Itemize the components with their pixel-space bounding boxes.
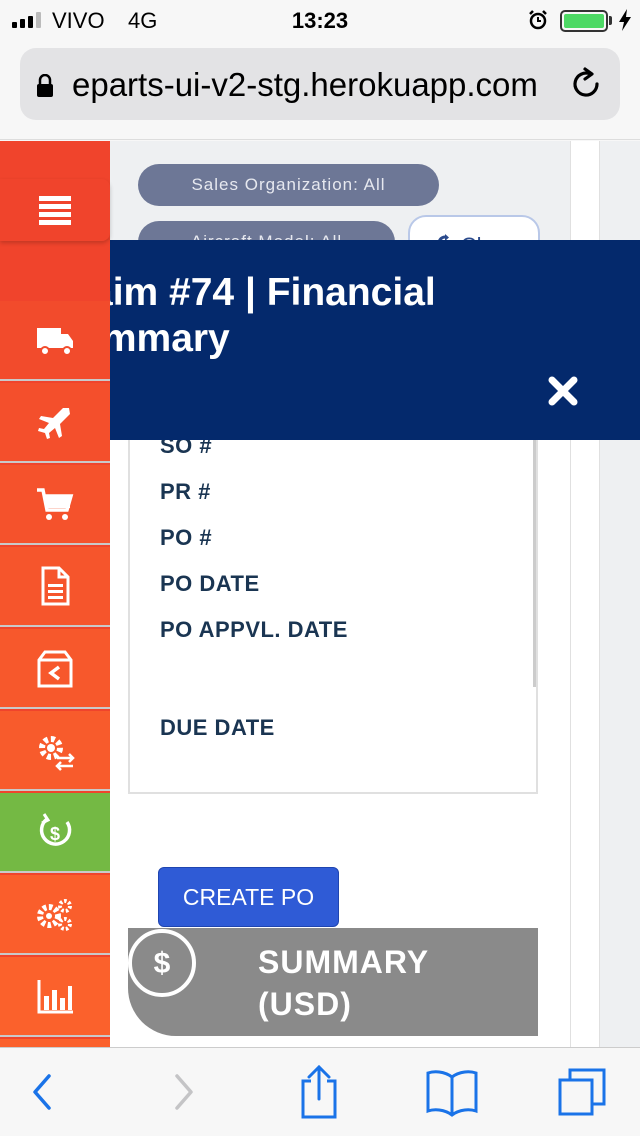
sidebar-item-financial[interactable]: $ [0,793,110,873]
tabs-icon [558,1068,606,1116]
sidebar: $ [0,141,110,1047]
forward-button[interactable] [156,1062,212,1122]
lock-icon [37,74,53,97]
sidebar-item-shipping[interactable] [0,301,110,381]
po-date-label: PO DATE [160,571,260,596]
gear-exchange-icon [39,736,75,771]
forward-icon [175,1074,193,1110]
svg-text:$: $ [50,824,60,844]
tabs-button[interactable] [554,1062,610,1122]
bookmarks-button[interactable] [424,1062,480,1122]
modal-header: Claim #74 | Financial Summary [110,240,640,440]
sidebar-menu-toggle[interactable] [0,179,110,241]
share-button[interactable] [291,1062,347,1122]
cart-icon [37,488,74,520]
back-button[interactable] [14,1062,70,1122]
url-text: eparts-ui-v2-stg.herokuapp.com [72,66,538,103]
hamburger-icon [39,196,71,225]
close-icon[interactable] [546,374,580,408]
status-bar: VIVO 4G 13:23 [0,0,640,40]
dollar-icon: $ [128,929,196,997]
due-date-label: DUE DATE [160,715,275,740]
sidebar-item-settings[interactable] [0,875,110,955]
reload-icon[interactable] [568,66,604,102]
pr-number-label: PR # [160,479,211,504]
charging-icon [619,9,631,31]
document-icon [41,566,70,606]
create-po-button[interactable]: CREATE PO [158,867,339,927]
sidebar-item-documents[interactable] [0,547,110,627]
po-approval-date-label: PO APPVL. DATE [160,617,348,642]
bar-chart-icon [37,980,73,1014]
alarm-icon [529,10,547,30]
return-box-icon [37,650,73,688]
modal-title: Claim #74 | Financial Summary [110,271,436,360]
browser-toolbar [0,1047,640,1136]
sidebar-item-returns[interactable] [0,629,110,709]
sidebar-item-exchange[interactable] [0,711,110,791]
airplane-icon [38,408,70,439]
sales-org-filter[interactable]: Sales Organization: All [138,164,439,206]
po-number-label: PO # [160,525,213,550]
app-viewport: Sales Organization: All Aircraft Model: … [0,141,640,1047]
summary-title: SUMMARY (USD) [258,944,430,1022]
sidebar-item-cart[interactable] [0,465,110,545]
svg-text:$: $ [154,947,171,980]
address-bar[interactable]: eparts-ui-v2-stg.herokuapp.com [20,48,620,120]
dollar-cycle-icon: $ [39,813,72,846]
battery-icon [560,10,608,32]
browser-address-area: eparts-ui-v2-stg.herokuapp.com [0,40,640,140]
share-icon [301,1064,337,1119]
sidebar-item-aircraft[interactable] [0,383,110,463]
bookmarks-icon [426,1070,478,1117]
sidebar-item-reports[interactable] [0,957,110,1037]
back-icon [33,1074,51,1110]
truck-icon [37,328,73,356]
gears-icon [37,899,72,931]
